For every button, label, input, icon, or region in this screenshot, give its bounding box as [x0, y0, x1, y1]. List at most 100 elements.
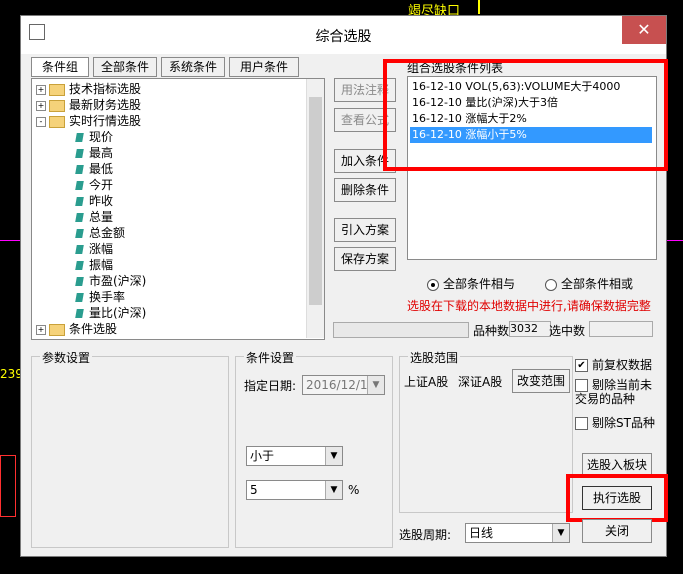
selected-count-value — [589, 321, 653, 337]
tab-system-conditions[interactable]: 系统条件 — [161, 57, 225, 77]
condition-leaf-icon — [75, 133, 84, 142]
change-range-button[interactable]: 改变范围 — [512, 369, 570, 393]
value-text: 5 — [250, 483, 258, 497]
range-label: 选股范围 — [408, 349, 461, 366]
background-bar — [478, 0, 480, 14]
logic-and-radio[interactable]: 全部条件相与 — [427, 275, 515, 292]
window-title: 综合选股 — [315, 29, 372, 45]
tree-item[interactable]: 今开 — [75, 177, 114, 193]
dropdown-arrow-icon[interactable]: ▼ — [325, 481, 342, 499]
condition-leaf-icon — [75, 229, 84, 238]
operator-select[interactable]: 小于 ▼ — [246, 446, 343, 466]
operator-value: 小于 — [250, 449, 275, 463]
checkbox-icon[interactable] — [575, 417, 588, 430]
folder-icon — [49, 99, 65, 112]
tree-group-label: 技术指标选股 — [69, 82, 142, 96]
tree-group-technical[interactable]: + 技术指标选股 — [36, 81, 141, 97]
tree-item-label: 振幅 — [89, 258, 114, 272]
tree-item-label: 换手率 — [89, 290, 126, 304]
condition-leaf-icon — [75, 181, 84, 190]
tree-item[interactable]: 涨幅 — [75, 241, 113, 257]
tree-item-label: 昨收 — [89, 194, 114, 208]
tab-all-conditions[interactable]: 全部条件 — [93, 57, 157, 77]
tab-condition-group[interactable]: 条件组 — [31, 57, 89, 77]
dropdown-arrow-icon[interactable]: ▼ — [552, 524, 569, 542]
radio-selected-icon[interactable] — [427, 278, 439, 291]
expand-icon[interactable]: + — [36, 324, 46, 335]
checkbox-checked-icon[interactable]: ✔ — [575, 359, 588, 372]
dropdown-arrow-icon[interactable]: ▼ — [325, 447, 342, 465]
tree-scrollbar[interactable] — [306, 79, 324, 338]
tree-item[interactable]: 换手率 — [75, 289, 126, 305]
tree-item[interactable]: 最高 — [75, 145, 114, 161]
tree-item[interactable]: 振幅 — [75, 257, 114, 273]
option-adjusted-data[interactable]: ✔ 前复权数据 — [575, 356, 652, 373]
logic-or-radio[interactable]: 全部条件相或 — [545, 275, 633, 292]
folder-icon — [49, 323, 65, 336]
dropdown-arrow-icon[interactable]: ▼ — [367, 376, 384, 394]
option-label: 剔除ST品种 — [592, 416, 655, 430]
date-label: 指定日期: — [244, 379, 297, 393]
tree-group-realtime[interactable]: - 实时行情选股 — [36, 113, 141, 129]
import-plan-button[interactable]: 引入方案 — [334, 218, 396, 242]
save-plan-button[interactable]: 保存方案 — [334, 247, 396, 271]
value-select[interactable]: 5 ▼ — [246, 480, 343, 500]
param-settings-label: 参数设置 — [40, 349, 93, 366]
logic-or-label: 全部条件相或 — [561, 277, 634, 291]
folder-icon — [49, 83, 65, 96]
period-select[interactable]: 日线 ▼ — [465, 523, 570, 543]
background-candle — [0, 455, 16, 517]
background-line — [0, 240, 20, 241]
data-warning: 选股在下载的本地数据中进行,请确保数据完整 — [407, 299, 651, 313]
tree-scroll-thumb[interactable] — [309, 97, 322, 305]
tree-item[interactable]: 量比(沪深) — [75, 305, 146, 321]
tree-group-formula[interactable]: + 条件选股 — [36, 321, 117, 337]
tree-group-label: 条件选股 — [69, 322, 118, 336]
checkbox-icon[interactable] — [575, 379, 588, 392]
tree-item[interactable]: 昨收 — [75, 193, 114, 209]
expand-icon[interactable]: + — [36, 100, 46, 111]
tree-item[interactable]: 总金额 — [75, 225, 126, 241]
tree-item[interactable]: 市盈(沪深) — [75, 273, 146, 289]
tree-item[interactable]: 总量 — [75, 209, 113, 225]
progress-bar — [333, 322, 469, 338]
condition-tree[interactable]: + 技术指标选股 + 最新财务选股 - 实时行情选股 现价 最高 最低 今开 昨收 总… — [31, 78, 325, 340]
close-button[interactable]: 关闭 — [582, 519, 652, 543]
condition-leaf-icon — [75, 197, 84, 206]
option-label: 前复权数据 — [592, 358, 653, 372]
period-label: 选股周期: — [399, 528, 452, 542]
close-icon[interactable]: ✕ — [622, 16, 666, 44]
option-exclude-st[interactable]: 剔除ST品种 — [575, 414, 655, 431]
date-picker[interactable]: 2016/12/10 ▼ — [302, 375, 385, 395]
collapse-icon[interactable]: - — [36, 116, 46, 127]
period-value: 日线 — [469, 526, 494, 540]
expand-icon[interactable]: + — [36, 84, 46, 95]
condition-settings-group: 条件设置 指定日期: 2016/12/10 ▼ 小于 ▼ 5 ▼ % — [235, 349, 393, 548]
tree-item[interactable]: 最低 — [75, 161, 114, 177]
logic-and-label: 全部条件相与 — [443, 277, 516, 291]
condition-leaf-icon — [75, 277, 84, 286]
tree-item-label: 总金额 — [89, 226, 126, 240]
tree-item[interactable]: 现价 — [75, 129, 114, 145]
tab-user-conditions[interactable]: 用户条件 — [229, 57, 299, 77]
stock-screener-dialog: 综合选股 ✕ 条件组 全部条件 系统条件 用户条件 + 技术指标选股 + 最新财务选… — [20, 15, 668, 557]
tree-group-finance[interactable]: + 最新财务选股 — [36, 97, 141, 113]
option-exclude-untraded[interactable]: 剔除当前未交易的品种 — [575, 378, 661, 406]
tree-group-label: 实时行情选股 — [69, 114, 142, 128]
tree-item-label: 现价 — [89, 130, 114, 144]
condition-leaf-icon — [75, 245, 84, 254]
unit-label: % — [348, 483, 360, 497]
condition-leaf-icon — [75, 261, 84, 270]
range-group: 选股范围 上证A股 深证A股 改变范围 — [399, 349, 573, 513]
tree-item-label: 最低 — [89, 162, 114, 176]
tree-item-label: 今开 — [89, 178, 114, 192]
highlight-box-conditions — [383, 59, 668, 171]
highlight-box-execute — [566, 474, 668, 522]
delete-condition-button[interactable]: 删除条件 — [334, 178, 396, 202]
condition-leaf-icon — [75, 149, 84, 158]
condition-settings-label: 条件设置 — [244, 349, 297, 366]
condition-leaf-icon — [75, 293, 84, 302]
radio-icon[interactable] — [545, 278, 557, 291]
param-settings-group: 参数设置 — [31, 349, 229, 548]
tree-item-label: 最高 — [89, 146, 114, 160]
